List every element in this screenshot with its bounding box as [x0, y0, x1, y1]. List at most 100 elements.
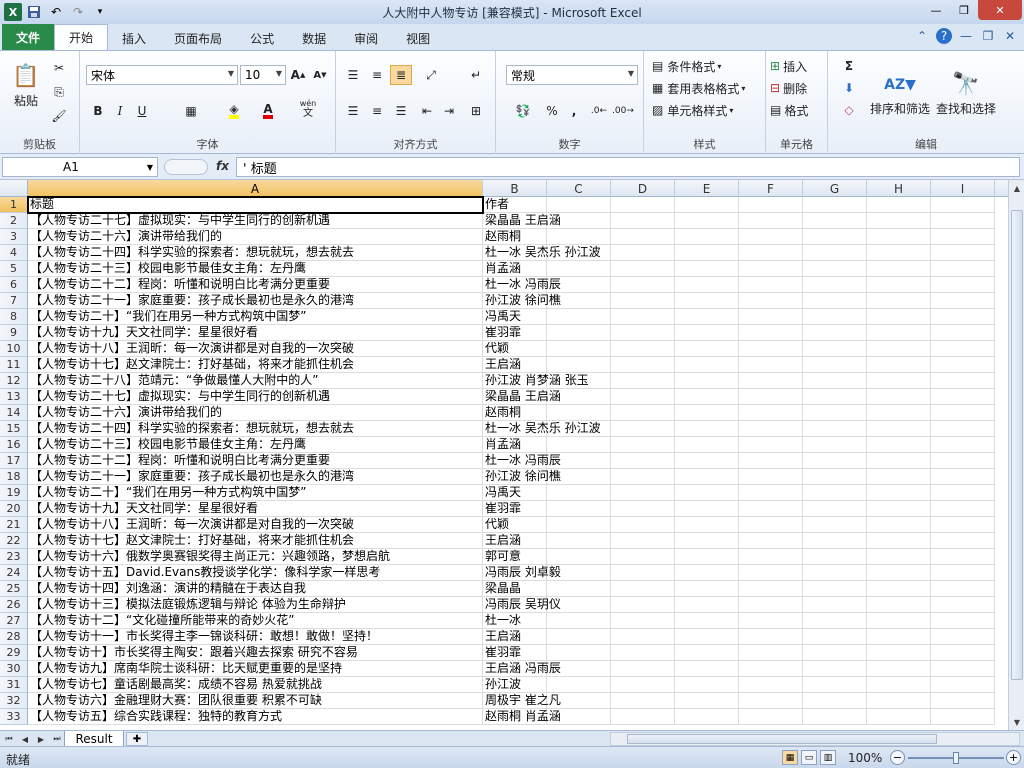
cell-empty[interactable] — [867, 469, 931, 485]
tab-file[interactable]: 文件 — [2, 24, 55, 50]
cell-empty[interactable] — [931, 293, 995, 309]
cell-empty[interactable] — [611, 405, 675, 421]
cell-empty[interactable] — [739, 293, 803, 309]
cell-empty[interactable] — [739, 405, 803, 421]
cell-empty[interactable] — [931, 693, 995, 709]
cell-author[interactable]: 杜一冰 吴杰乐 孙江波 — [483, 245, 601, 261]
cell-empty[interactable] — [675, 373, 739, 389]
row-header[interactable]: 29 — [0, 645, 28, 661]
row-header[interactable]: 3 — [0, 229, 28, 245]
cell-author[interactable]: 肖孟涵 — [483, 261, 547, 277]
normal-view-icon[interactable]: ▦ — [782, 750, 798, 765]
cell-empty[interactable] — [803, 453, 867, 469]
cell-empty[interactable] — [547, 645, 611, 661]
cell-empty[interactable] — [931, 533, 995, 549]
cell-author[interactable]: 杜一冰 冯雨辰 — [483, 453, 561, 469]
row-header[interactable]: 1 — [0, 197, 28, 213]
cell-empty[interactable] — [867, 709, 931, 725]
cell-empty[interactable] — [931, 325, 995, 341]
cell-empty[interactable] — [803, 309, 867, 325]
cell-empty[interactable] — [675, 293, 739, 309]
comma-icon[interactable]: , — [564, 101, 584, 121]
cell-empty[interactable] — [675, 277, 739, 293]
cell-author[interactable]: 周极宇 崔之凡 — [483, 693, 561, 709]
cell-empty[interactable] — [547, 581, 611, 597]
cell-empty[interactable] — [867, 453, 931, 469]
cell-empty[interactable] — [931, 373, 995, 389]
row-header[interactable]: 22 — [0, 533, 28, 549]
cell-empty[interactable] — [611, 213, 675, 229]
cell-empty[interactable] — [803, 581, 867, 597]
row-header[interactable]: 28 — [0, 629, 28, 645]
cell-empty[interactable] — [867, 405, 931, 421]
cell-empty[interactable] — [611, 357, 675, 373]
cell-author[interactable]: 代颖 — [483, 341, 547, 357]
redo-icon[interactable]: ↷ — [68, 2, 88, 22]
cell-empty[interactable] — [931, 437, 995, 453]
cell-author[interactable]: 崔羽霏 — [483, 645, 547, 661]
cell-empty[interactable] — [739, 373, 803, 389]
fill-color-icon[interactable]: ◈ — [220, 101, 248, 121]
column-header-i[interactable]: I — [931, 180, 995, 197]
horizontal-scroll-thumb[interactable] — [627, 734, 937, 744]
decrease-indent-icon[interactable]: ⇤ — [416, 101, 438, 121]
cell-empty[interactable] — [739, 677, 803, 693]
cell-author[interactable]: 王启涵 — [483, 533, 547, 549]
cell-title[interactable]: 【人物专访二十八】范靖元：“争做最懂人大附中的人” — [28, 373, 483, 389]
cell-empty[interactable] — [611, 309, 675, 325]
zoom-out-icon[interactable]: − — [890, 750, 905, 765]
cell-empty[interactable] — [803, 341, 867, 357]
tab-view[interactable]: 视图 — [392, 26, 444, 50]
cell-author[interactable]: 杜一冰 — [483, 613, 547, 629]
zoom-in-icon[interactable]: + — [1006, 750, 1021, 765]
zoom-slider-knob[interactable] — [953, 752, 959, 764]
cell-empty[interactable] — [867, 245, 931, 261]
number-format-select[interactable]: 常规 ▼ — [506, 65, 638, 85]
cell-empty[interactable] — [611, 613, 675, 629]
cell-author[interactable]: 王启涵 冯雨辰 — [483, 661, 561, 677]
cell-author[interactable]: 梁晶晶 王启涵 — [483, 213, 561, 229]
cell-empty[interactable] — [611, 645, 675, 661]
cell-empty[interactable] — [931, 309, 995, 325]
cell-empty[interactable] — [803, 197, 867, 213]
italic-button[interactable]: I — [110, 101, 130, 121]
cell-empty[interactable] — [611, 197, 675, 213]
cell-author[interactable]: 梁晶晶 — [483, 581, 547, 597]
cell-title[interactable]: 【人物专访二十三】校园电影节最佳女主角：左丹鹰 — [28, 437, 483, 453]
cell-empty[interactable] — [611, 661, 675, 677]
cell-author[interactable]: 肖孟涵 — [483, 437, 547, 453]
cell-empty[interactable] — [867, 437, 931, 453]
wrap-text-icon[interactable]: ↵ — [464, 65, 488, 85]
cell-empty[interactable] — [931, 197, 995, 213]
cell-title[interactable]: 【人物专访二十四】科学实验的探索者：想玩就玩，想去就去 — [28, 421, 483, 437]
cell-empty[interactable] — [739, 245, 803, 261]
cell-empty[interactable] — [739, 341, 803, 357]
cell-empty[interactable] — [547, 613, 611, 629]
format-cells-button[interactable]: ▤ 格式 — [770, 101, 826, 119]
cell-author[interactable]: 作者 — [483, 197, 547, 213]
restore-icon[interactable]: ❐ — [950, 0, 978, 20]
tab-data[interactable]: 数据 — [288, 26, 340, 50]
cell-author[interactable]: 赵雨桐 肖孟涵 — [483, 709, 561, 725]
cell-empty[interactable] — [611, 277, 675, 293]
tab-review[interactable]: 审阅 — [340, 26, 392, 50]
cell-title[interactable]: 【人物专访二十三】校园电影节最佳女主角：左丹鹰 — [28, 261, 483, 277]
cell-empty[interactable] — [611, 565, 675, 581]
cell-empty[interactable] — [675, 341, 739, 357]
cell-empty[interactable] — [867, 565, 931, 581]
last-sheet-icon[interactable]: ⏭ — [50, 732, 64, 746]
cell-title[interactable]: 【人物专访十三】模拟法庭锻炼逻辑与辩论 体验为生命辩护 — [28, 597, 483, 613]
cell-empty[interactable] — [931, 645, 995, 661]
page-layout-view-icon[interactable]: ▭ — [801, 750, 817, 765]
cell-empty[interactable] — [867, 309, 931, 325]
cell-empty[interactable] — [931, 453, 995, 469]
doc-minimize-icon[interactable]: — — [958, 28, 974, 44]
cell-empty[interactable] — [675, 501, 739, 517]
cell-empty[interactable] — [931, 421, 995, 437]
cell-empty[interactable] — [739, 565, 803, 581]
worksheet-grid[interactable]: A B C D E F G H I 1 标题 作者 2 【人物专访二十七】虚拟现实：与中… — [0, 180, 1008, 730]
excel-logo-icon[interactable]: X — [4, 3, 22, 21]
cell-title[interactable]: 【人物专访二十一】家庭重要：孩子成长最初也是永久的港湾 — [28, 293, 483, 309]
cell-empty[interactable] — [675, 213, 739, 229]
cell-author[interactable]: 赵雨桐 — [483, 229, 547, 245]
